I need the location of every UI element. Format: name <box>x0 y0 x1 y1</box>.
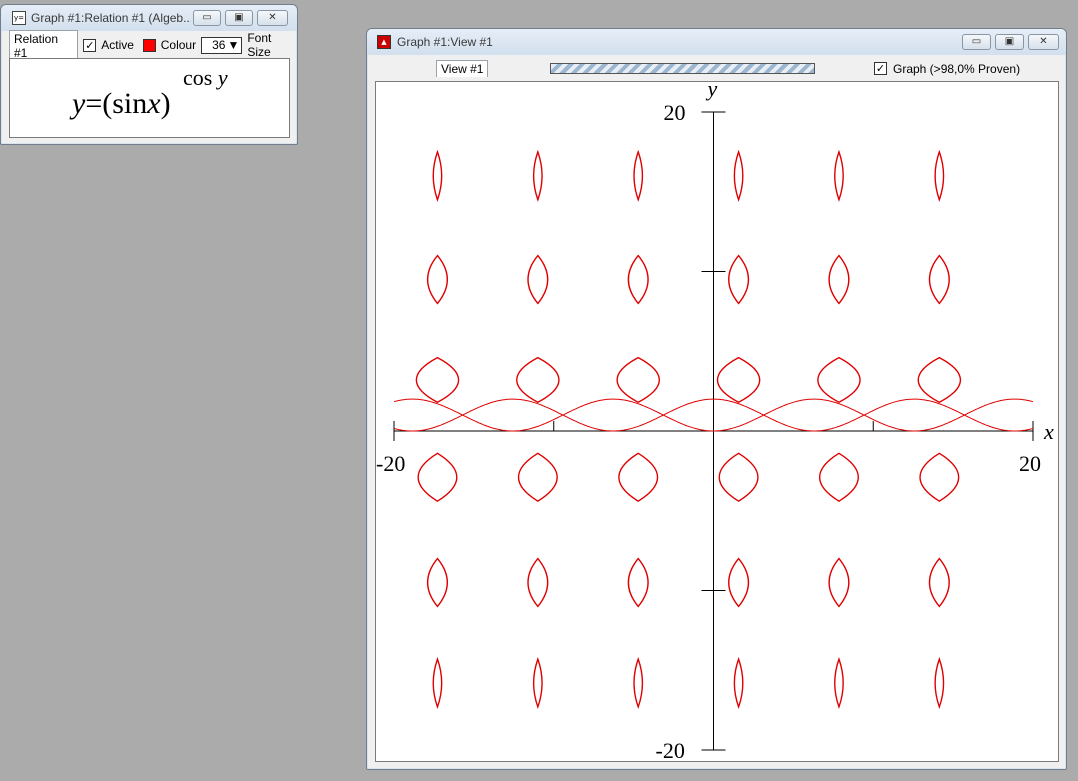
exp-func: cos <box>183 65 213 90</box>
x-tick-label: -20 <box>376 451 405 476</box>
relation-curve-loop <box>426 254 449 305</box>
close-button[interactable]: ✕ <box>1028 34 1059 50</box>
relation-curve-loop <box>527 557 549 608</box>
proof-progress-bar <box>550 62 816 74</box>
eq-arg: x <box>147 87 161 120</box>
relation-curve-loop <box>717 356 761 404</box>
relation-curve-loop <box>527 254 549 305</box>
plot-svg[interactable]: -20 20 20 -20 x y <box>376 82 1058 761</box>
relation-curve-loop <box>733 656 744 710</box>
eq-open: ( <box>102 87 113 120</box>
relation-curve-loop <box>919 452 960 503</box>
graph-toggle[interactable]: ✓ Graph (>98,0% Proven) <box>874 61 1020 76</box>
view-titlebar[interactable]: ▲ Graph #1:View #1 ▭ ▣ ✕ <box>367 29 1066 55</box>
relation-curve-loop <box>934 656 945 710</box>
relation-curve-loop <box>633 149 644 202</box>
active-label: Active <box>101 38 134 52</box>
font-size-stepper[interactable]: 36 ▼ <box>201 36 243 54</box>
exp-arg: y <box>217 65 228 90</box>
relation-curve-loop <box>819 452 859 503</box>
maximize-button[interactable]: ▣ <box>995 34 1024 50</box>
eq-func: sin <box>112 87 148 120</box>
relation-curve-loop <box>828 557 850 608</box>
relation-curve-loop <box>817 356 861 404</box>
equation-panel[interactable]: cos y y=(sinx) <box>9 58 290 138</box>
relation-curve-loop <box>627 557 649 608</box>
relation-curve-loop <box>728 254 750 305</box>
relation-window-title: Graph #1:Relation #1 (Algeb... <box>31 11 191 25</box>
view-window-title: Graph #1:View #1 <box>397 35 493 49</box>
relation-curve-loop <box>415 356 459 404</box>
graph-app-icon: ▲ <box>377 35 391 49</box>
view-toolbar: View #1 <box>436 59 816 77</box>
close-button[interactable]: ✕ <box>257 10 288 26</box>
colour-label: Colour <box>160 38 197 52</box>
active-checkbox[interactable]: ✓ <box>83 38 97 52</box>
x-axis-label: x <box>1043 419 1054 444</box>
graph-checkbox[interactable]: ✓ <box>874 62 887 75</box>
relation-titlebar[interactable]: y= Graph #1:Relation #1 (Algeb... ▭ ▣ ✕ <box>1 5 297 31</box>
relation-curve-loop <box>532 149 543 202</box>
equation-main: y=(sinx) <box>72 87 171 121</box>
relation-curve-loop <box>718 452 759 503</box>
font-size-value: 36 <box>212 37 226 52</box>
relation-curve-loop <box>728 557 750 608</box>
minimize-button[interactable]: ▭ <box>962 34 991 50</box>
maximize-button[interactable]: ▣ <box>225 10 253 26</box>
relation-curve-loop <box>618 452 659 503</box>
graph-canvas[interactable]: -20 20 20 -20 x y <box>375 81 1059 762</box>
relation-toolbar: Relation #1 ✓ Active Colour 36 ▼ Font Si… <box>9 29 297 61</box>
relation-curve-loop <box>834 149 844 202</box>
relation-curve-loop <box>934 149 945 202</box>
font-size-label: Font Size <box>247 31 272 59</box>
relation-curve-loop <box>928 254 950 305</box>
relation-curve-loop <box>733 149 744 202</box>
minimize-button[interactable]: ▭ <box>193 10 221 26</box>
y-axis-label: y <box>706 82 718 101</box>
relation-curve-loop <box>616 356 660 404</box>
relation-curve-loop <box>928 557 950 608</box>
relation-window: y= Graph #1:Relation #1 (Algeb... ▭ ▣ ✕ … <box>0 4 298 145</box>
relation-curve-loop <box>834 656 844 710</box>
relation-curve-loop <box>432 149 443 202</box>
colour-swatch[interactable] <box>142 38 156 52</box>
eq-lhs: y <box>72 87 86 120</box>
graph-checkbox-label: Graph (>98,0% Proven) <box>893 61 1021 76</box>
y-tick-label: -20 <box>656 738 685 761</box>
chevron-down-icon[interactable]: ▼ <box>227 38 239 53</box>
relation-curve-loop <box>532 656 543 710</box>
relation-curve-loop <box>633 656 644 710</box>
y-tick-label: 20 <box>664 100 686 125</box>
relation-curve-loop <box>417 452 458 503</box>
view-window: ▲ Graph #1:View #1 ▭ ▣ ✕ View #1 ✓ Graph… <box>366 28 1067 770</box>
relation-curve-loop <box>516 356 560 404</box>
relation-curve-loop <box>828 254 850 305</box>
eq-equals: = <box>85 87 103 120</box>
equation-exponent: cos y <box>183 65 228 91</box>
view-tab[interactable]: View #1 <box>436 59 489 77</box>
relation-curve-loop <box>518 452 558 503</box>
relation-curve-loop <box>426 557 449 608</box>
relation-curve-loop <box>627 254 649 305</box>
relation-app-icon: y= <box>12 11 26 25</box>
x-tick-label: 20 <box>1019 451 1041 476</box>
relation-curve-loop <box>917 356 961 404</box>
relation-tab[interactable]: Relation #1 <box>9 29 79 61</box>
eq-close: ) <box>160 87 171 120</box>
relation-curve-loop <box>432 656 443 710</box>
